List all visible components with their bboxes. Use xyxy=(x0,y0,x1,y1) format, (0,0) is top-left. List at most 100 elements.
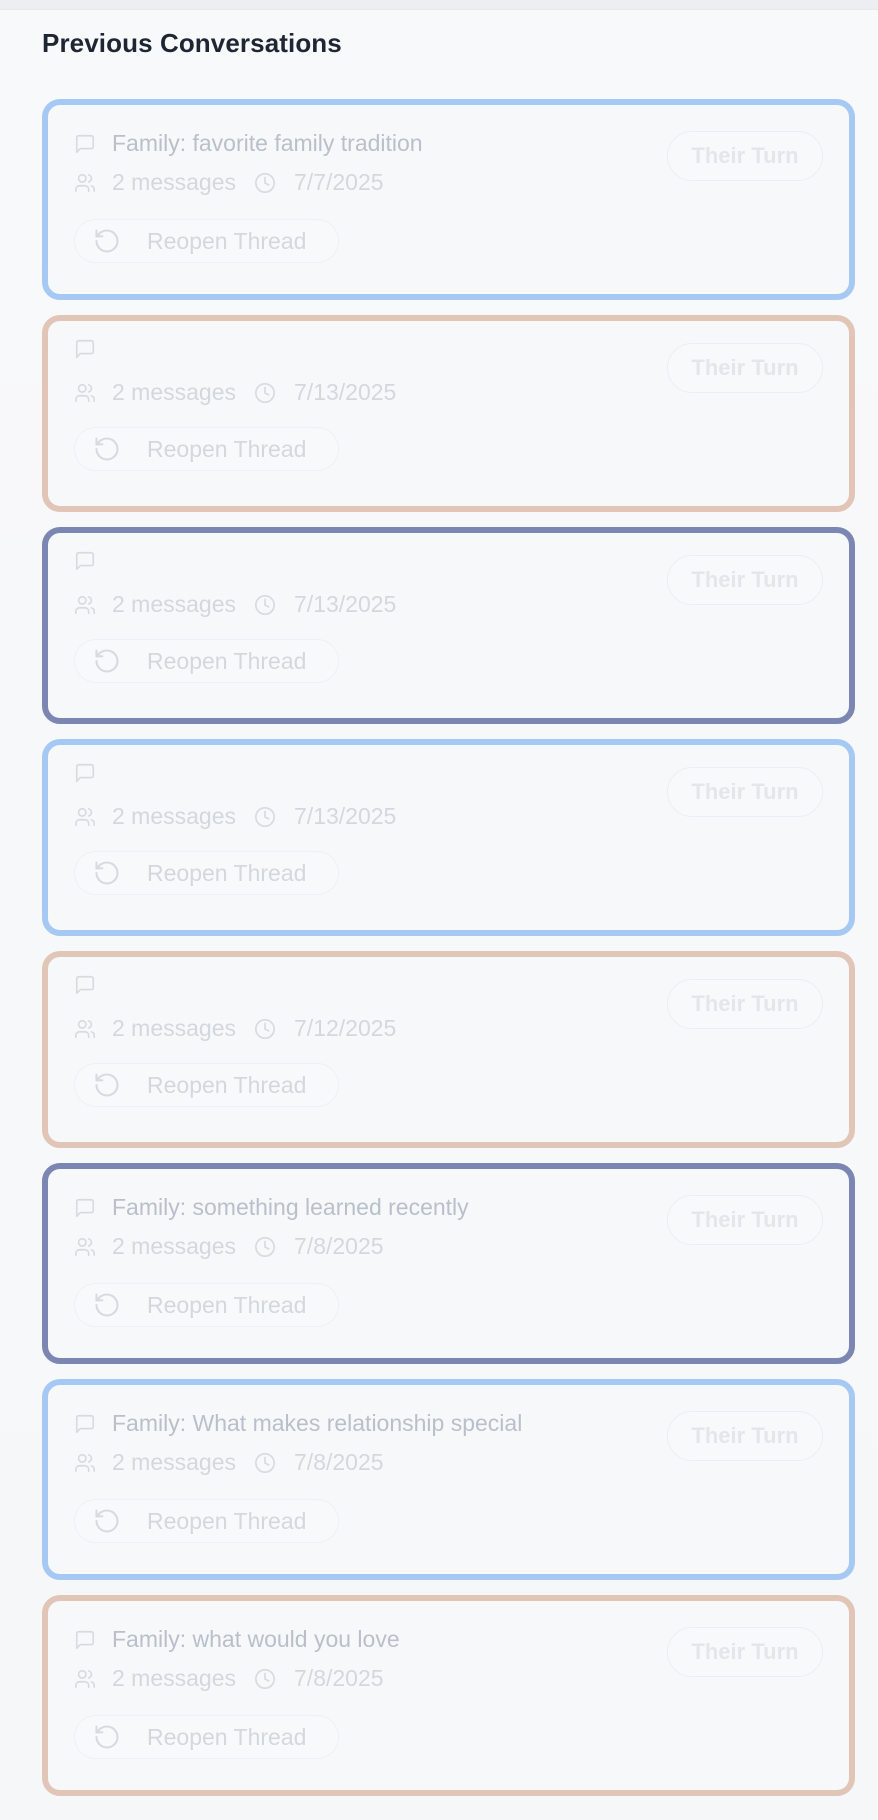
message-square-icon xyxy=(74,974,96,996)
reopen-thread-label: Reopen Thread xyxy=(147,1507,307,1534)
status-badge: Their Turn xyxy=(667,555,823,605)
clock-icon xyxy=(254,1236,276,1258)
reopen-thread-button[interactable]: Reopen Thread xyxy=(74,1499,339,1543)
message-square-icon xyxy=(74,133,96,155)
message-count: 2 messages xyxy=(112,1015,237,1041)
reopen-thread-label: Reopen Thread xyxy=(147,1071,307,1098)
rotate-ccw-icon xyxy=(93,227,121,255)
conversation-title-row xyxy=(74,974,112,996)
users-icon xyxy=(74,806,96,828)
conversation-card[interactable]: Family: What makes relationship special … xyxy=(42,1379,855,1580)
reopen-thread-label: Reopen Thread xyxy=(147,859,307,886)
status-badge: Their Turn xyxy=(667,1627,823,1677)
message-count: 2 messages xyxy=(112,1449,237,1475)
clock-icon xyxy=(254,1452,276,1474)
rotate-ccw-icon xyxy=(93,1291,121,1319)
conversation-meta: 2 messages 7/12/2025 xyxy=(74,1015,396,1042)
conversation-title-row xyxy=(74,550,112,572)
conversation-meta: 2 messages 7/8/2025 xyxy=(74,1665,384,1692)
users-icon xyxy=(74,1668,96,1690)
users-icon xyxy=(74,382,96,404)
conversation-card[interactable]: 2 messages 7/13/2025 Reopen Thread Their… xyxy=(42,739,855,936)
users-icon xyxy=(74,594,96,616)
conversation-title-row xyxy=(74,338,112,360)
reopen-thread-label: Reopen Thread xyxy=(147,1723,307,1750)
conversation-date: 7/13/2025 xyxy=(294,379,397,405)
conversation-card[interactable]: 2 messages 7/12/2025 Reopen Thread Their… xyxy=(42,951,855,1148)
clock-icon xyxy=(254,806,276,828)
message-count: 2 messages xyxy=(112,169,237,195)
reopen-thread-button[interactable]: Reopen Thread xyxy=(74,1063,339,1107)
conversation-meta: 2 messages 7/8/2025 xyxy=(74,1233,384,1260)
reopen-thread-button[interactable]: Reopen Thread xyxy=(74,427,339,471)
clock-icon xyxy=(254,594,276,616)
conversation-card[interactable]: 2 messages 7/13/2025 Reopen Thread Their… xyxy=(42,315,855,512)
message-square-icon xyxy=(74,762,96,784)
message-count: 2 messages xyxy=(112,379,237,405)
conversation-title-row xyxy=(74,762,112,784)
reopen-thread-label: Reopen Thread xyxy=(147,227,307,254)
clock-icon xyxy=(254,172,276,194)
conversation-title: Family: something learned recently xyxy=(112,1194,469,1220)
rotate-ccw-icon xyxy=(93,859,121,887)
status-badge: Their Turn xyxy=(667,1195,823,1245)
conversation-card[interactable]: Family: something learned recently 2 mes… xyxy=(42,1163,855,1364)
message-square-icon xyxy=(74,1629,96,1651)
reopen-thread-label: Reopen Thread xyxy=(147,647,307,674)
status-badge: Their Turn xyxy=(667,1411,823,1461)
message-count: 2 messages xyxy=(112,803,237,829)
message-square-icon xyxy=(74,1413,96,1435)
users-icon xyxy=(74,172,96,194)
conversation-title-row: Family: something learned recently xyxy=(74,1194,469,1221)
message-square-icon xyxy=(74,338,96,360)
conversation-title-row: Family: what would you love xyxy=(74,1626,400,1653)
conversation-title: Family: what would you love xyxy=(112,1626,400,1652)
conversation-date: 7/13/2025 xyxy=(294,803,397,829)
conversation-meta: 2 messages 7/13/2025 xyxy=(74,379,396,406)
conversation-title-row: Family: favorite family tradition xyxy=(74,130,423,157)
conversation-date: 7/8/2025 xyxy=(294,1233,384,1259)
conversation-date: 7/13/2025 xyxy=(294,591,397,617)
section-title: Previous Conversations xyxy=(42,28,342,58)
conversation-card[interactable]: 2 messages 7/13/2025 Reopen Thread Their… xyxy=(42,527,855,724)
top-bar xyxy=(0,0,878,10)
reopen-thread-button[interactable]: Reopen Thread xyxy=(74,1283,339,1327)
status-badge: Their Turn xyxy=(667,343,823,393)
conversation-card[interactable]: Family: what would you love 2 messages 7… xyxy=(42,1595,855,1796)
conversation-card[interactable]: Family: favorite family tradition 2 mess… xyxy=(42,99,855,300)
message-count: 2 messages xyxy=(112,591,237,617)
conversation-title: Family: What makes relationship special xyxy=(112,1410,523,1436)
conversation-date: 7/8/2025 xyxy=(294,1665,384,1691)
users-icon xyxy=(74,1018,96,1040)
conversation-meta: 2 messages 7/7/2025 xyxy=(74,169,384,196)
conversation-title-row: Family: What makes relationship special xyxy=(74,1410,522,1437)
conversation-date: 7/12/2025 xyxy=(294,1015,397,1041)
status-badge: Their Turn xyxy=(667,767,823,817)
reopen-thread-label: Reopen Thread xyxy=(147,435,307,462)
conversation-meta: 2 messages 7/13/2025 xyxy=(74,591,396,618)
reopen-thread-button[interactable]: Reopen Thread xyxy=(74,1715,339,1759)
reopen-thread-button[interactable]: Reopen Thread xyxy=(74,219,339,263)
rotate-ccw-icon xyxy=(93,1723,121,1751)
message-square-icon xyxy=(74,550,96,572)
reopen-thread-button[interactable]: Reopen Thread xyxy=(74,851,339,895)
conversation-list: Family: favorite family tradition 2 mess… xyxy=(42,99,855,1811)
reopen-thread-button[interactable]: Reopen Thread xyxy=(74,639,339,683)
conversation-title: Family: favorite family tradition xyxy=(112,130,423,156)
conversation-meta: 2 messages 7/13/2025 xyxy=(74,803,396,830)
conversation-date: 7/7/2025 xyxy=(294,169,384,195)
message-count: 2 messages xyxy=(112,1233,237,1259)
conversation-meta: 2 messages 7/8/2025 xyxy=(74,1449,384,1476)
reopen-thread-label: Reopen Thread xyxy=(147,1291,307,1318)
users-icon xyxy=(74,1236,96,1258)
clock-icon xyxy=(254,382,276,404)
clock-icon xyxy=(254,1018,276,1040)
message-count: 2 messages xyxy=(112,1665,237,1691)
rotate-ccw-icon xyxy=(93,647,121,675)
status-badge: Their Turn xyxy=(667,131,823,181)
rotate-ccw-icon xyxy=(93,1507,121,1535)
message-square-icon xyxy=(74,1197,96,1219)
rotate-ccw-icon xyxy=(93,435,121,463)
clock-icon xyxy=(254,1668,276,1690)
conversation-date: 7/8/2025 xyxy=(294,1449,384,1475)
